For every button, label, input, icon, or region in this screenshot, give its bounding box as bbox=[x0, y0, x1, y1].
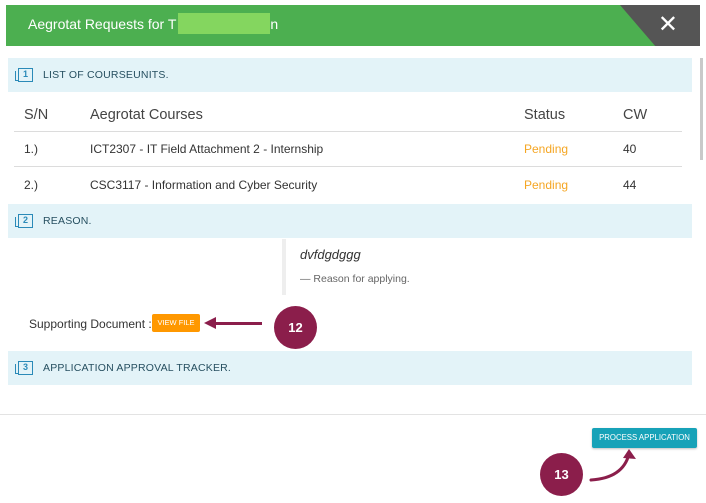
list-box-icon: 2 bbox=[15, 214, 33, 228]
header-sn: S/N bbox=[24, 106, 49, 123]
section-tracker: 3 APPLICATION APPROVAL TRACKER. bbox=[8, 351, 692, 385]
modal-header: Aegrotat Requests for T n ✕ bbox=[6, 5, 700, 46]
list-box-icon: 3 bbox=[15, 361, 33, 375]
supporting-document-label: Supporting Document : bbox=[29, 317, 152, 331]
table-row: 2.) CSC3117 - Information and Cyber Secu… bbox=[14, 167, 682, 202]
table-row: 1.) ICT2307 - IT Field Attachment 2 - In… bbox=[14, 132, 682, 167]
view-file-button[interactable]: VIEW FILE bbox=[152, 314, 200, 332]
courseunits-table: S/N Aegrotat Courses Status CW 1.) ICT23… bbox=[14, 98, 682, 202]
footer-divider bbox=[0, 414, 706, 415]
annotation-badge-12: 12 bbox=[274, 306, 317, 349]
reason-blockquote: dvfdgdggg — Reason for applying. bbox=[282, 239, 410, 295]
section-courseunits-label: LIST OF COURSEUNITS. bbox=[43, 69, 169, 81]
cell-cw: 40 bbox=[623, 142, 637, 156]
close-icon[interactable]: ✕ bbox=[658, 12, 678, 36]
header-status: Status bbox=[524, 106, 566, 123]
table-header-row: S/N Aegrotat Courses Status CW bbox=[14, 98, 682, 132]
reason-caption: — Reason for applying. bbox=[300, 273, 410, 285]
process-application-button[interactable]: PROCESS APPLICATION bbox=[592, 428, 697, 448]
redacted-name bbox=[178, 12, 271, 34]
annotation-arrow-line bbox=[214, 322, 262, 325]
cell-sn: 2.) bbox=[24, 177, 39, 192]
cell-status: Pending bbox=[524, 177, 569, 192]
modal-title-suffix: n bbox=[270, 16, 279, 32]
cell-course: CSC3117 - Information and Cyber Security bbox=[90, 177, 318, 192]
annotation-badge-13: 13 bbox=[540, 453, 583, 496]
list-box-icon: 1 bbox=[15, 68, 33, 82]
cell-status: Pending bbox=[524, 142, 569, 156]
section-tracker-label: APPLICATION APPROVAL TRACKER. bbox=[43, 362, 232, 374]
modal-title: Aegrotat Requests for T n bbox=[28, 12, 279, 34]
scrollbar[interactable] bbox=[700, 58, 703, 160]
reason-text: dvfdgdggg bbox=[300, 247, 361, 262]
section-reason: 2 REASON. bbox=[8, 204, 692, 238]
header-courses: Aegrotat Courses bbox=[90, 106, 203, 123]
cell-sn: 1.) bbox=[24, 142, 39, 156]
section-reason-label: REASON. bbox=[43, 215, 92, 227]
cell-cw: 44 bbox=[623, 177, 637, 192]
annotation-curved-arrow bbox=[589, 449, 636, 482]
modal-title-prefix: Aegrotat Requests for T bbox=[28, 16, 177, 32]
cell-course: ICT2307 - IT Field Attachment 2 - Intern… bbox=[90, 142, 324, 156]
header-cw: CW bbox=[623, 106, 648, 123]
section-courseunits: 1 LIST OF COURSEUNITS. bbox=[8, 58, 692, 92]
